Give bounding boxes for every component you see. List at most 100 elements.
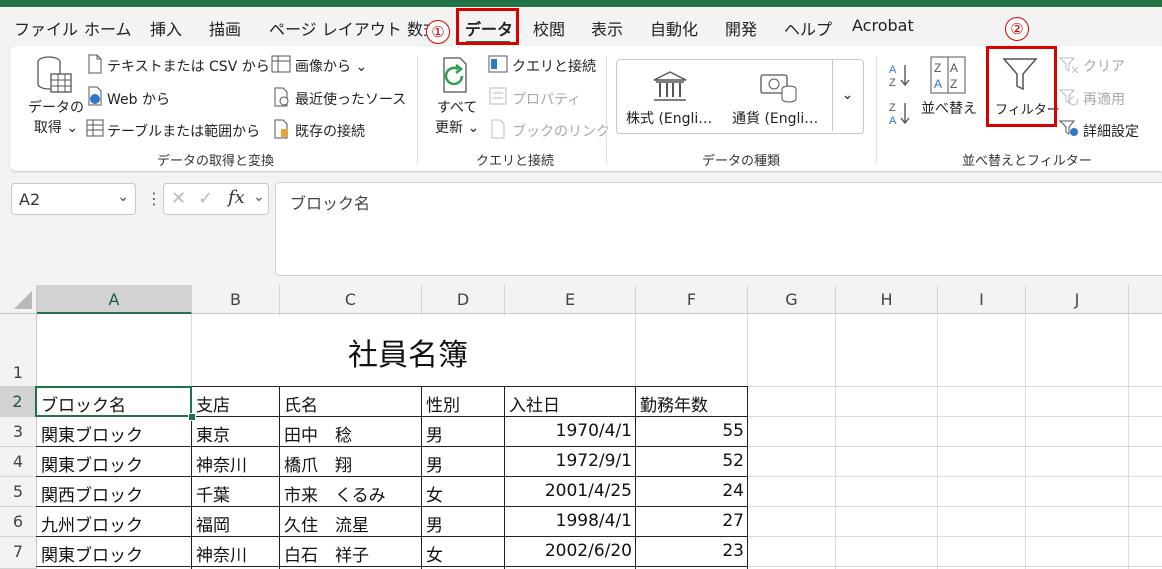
table-cell[interactable]: 24 — [636, 481, 744, 501]
table-cell[interactable]: 神奈川 — [196, 541, 247, 566]
worksheet-grid[interactable]: A B C D E F G H I J 1 2 3 4 5 6 7 社員名簿 ブ… — [0, 285, 1162, 569]
tab-acrobat[interactable]: Acrobat — [852, 16, 914, 35]
table-cell[interactable]: 2001/4/25 — [505, 481, 632, 501]
table-cell[interactable]: 白石 祥子 — [284, 541, 369, 566]
row-header-1[interactable]: 1 — [0, 314, 37, 387]
column-header-c[interactable]: C — [280, 285, 422, 314]
chevron-down-icon[interactable]: ⌄ — [253, 189, 265, 205]
clear-button[interactable]: クリア — [1083, 56, 1125, 76]
tab-developer[interactable]: 開発 — [725, 16, 757, 40]
header-cell-years[interactable]: 勤務年数 — [640, 391, 708, 416]
table-cell[interactable]: 久住 流星 — [284, 511, 369, 536]
from-web-button[interactable]: Web から — [107, 89, 170, 109]
header-cell-branch[interactable]: 支店 — [196, 391, 230, 416]
table-border — [36, 476, 748, 477]
header-cell-name[interactable]: 氏名 — [284, 391, 318, 416]
column-header-d[interactable]: D — [422, 285, 505, 314]
column-header-j[interactable]: J — [1026, 285, 1129, 314]
tab-insert[interactable]: 挿入 — [150, 16, 182, 40]
table-cell[interactable]: 女 — [426, 481, 443, 506]
fill-handle[interactable] — [188, 413, 196, 421]
table-cell[interactable]: 1972/9/1 — [505, 451, 632, 471]
sheet-title: 社員名簿 — [348, 338, 468, 373]
refresh-all-button[interactable]: すべて 更新 ⌄ — [435, 98, 479, 138]
table-cell[interactable]: 橋爪 翔 — [284, 451, 352, 476]
column-header-overflow[interactable] — [1129, 285, 1162, 314]
table-cell[interactable]: 田中 稔 — [284, 421, 352, 446]
column-header-h[interactable]: H — [836, 285, 938, 314]
table-cell[interactable]: 女 — [426, 541, 443, 566]
row-header-5[interactable]: 5 — [0, 477, 37, 507]
table-cell[interactable]: 男 — [426, 451, 443, 476]
gridline — [1025, 314, 1026, 569]
tab-home[interactable]: ホーム — [84, 16, 132, 40]
table-cell[interactable]: 関東ブロック — [41, 451, 143, 476]
annotation-step-2: ② — [1005, 17, 1029, 41]
queries-connections-button[interactable]: クエリと接続 — [512, 56, 596, 76]
column-header-a[interactable]: A — [37, 285, 192, 314]
column-header-f[interactable]: F — [636, 285, 748, 314]
insert-function-icon[interactable]: fx — [228, 187, 245, 208]
table-cell[interactable]: 23 — [636, 541, 744, 561]
table-cell[interactable]: 東京 — [196, 421, 230, 446]
table-cell[interactable]: 関西ブロック — [41, 481, 143, 506]
row-header-4[interactable]: 4 — [0, 447, 37, 477]
table-cell[interactable]: 2002/6/20 — [505, 541, 632, 561]
table-cell[interactable]: 関東ブロック — [41, 541, 143, 566]
tab-view[interactable]: 表示 — [591, 16, 623, 40]
tab-automate[interactable]: 自動化 — [650, 16, 698, 40]
select-all-corner[interactable] — [0, 285, 37, 314]
column-header-g[interactable]: G — [748, 285, 836, 314]
table-cell[interactable]: 1998/4/1 — [505, 511, 632, 531]
row-header-7[interactable]: 7 — [0, 537, 37, 569]
table-cell[interactable]: 52 — [636, 451, 744, 471]
tab-help[interactable]: ヘルプ — [784, 16, 832, 40]
table-cell[interactable]: 関東ブロック — [41, 421, 143, 446]
tab-file[interactable]: ファイル — [14, 16, 78, 40]
header-cell-gender[interactable]: 性別 — [426, 391, 460, 416]
row-header-2[interactable]: 2 — [0, 387, 37, 417]
data-types-more-button[interactable]: ⌄ — [832, 60, 862, 131]
stocks-data-type-button[interactable]: 株式 (Engli… — [626, 108, 712, 128]
table-cell[interactable]: 55 — [636, 421, 744, 441]
column-header-e[interactable]: E — [505, 285, 636, 314]
tab-review[interactable]: 校閲 — [533, 16, 565, 40]
advanced-button[interactable]: 詳細設定 — [1083, 121, 1139, 141]
enter-check-icon[interactable]: ✓ — [198, 188, 213, 209]
chevron-down-icon[interactable]: ⌄ — [117, 189, 129, 205]
row-header-3[interactable]: 3 — [0, 417, 37, 447]
column-header-i[interactable]: I — [938, 285, 1026, 314]
get-data-button[interactable]: データの 取得 ⌄ — [28, 98, 84, 138]
cancel-icon[interactable]: ✕ — [171, 188, 186, 209]
header-cell-block[interactable]: ブロック名 — [41, 391, 126, 416]
column-header-b[interactable]: B — [192, 285, 280, 314]
name-box[interactable]: A2 ⌄ — [11, 183, 136, 215]
row-header-6[interactable]: 6 — [0, 507, 37, 537]
edit-links-button[interactable]: ブックのリンク — [512, 121, 610, 141]
table-cell[interactable]: 男 — [426, 421, 443, 446]
from-text-csv-button[interactable]: テキストまたは CSV から — [107, 56, 270, 76]
sort-button[interactable]: 並べ替え — [921, 98, 977, 118]
table-cell[interactable]: 市来 くるみ — [284, 481, 386, 506]
properties-button[interactable]: プロパティ — [512, 89, 581, 109]
from-table-range-button[interactable]: テーブルまたは範囲から — [107, 121, 260, 141]
table-cell[interactable]: 1970/4/1 — [505, 421, 632, 441]
recent-sources-button[interactable]: 最近使ったソース — [295, 89, 406, 109]
table-cell[interactable]: 福岡 — [196, 511, 230, 536]
reapply-button[interactable]: 再適用 — [1083, 89, 1125, 109]
table-range-icon — [86, 119, 104, 137]
group-label-sort-filter: 並べ替えとフィルター — [962, 154, 1092, 169]
table-cell[interactable]: 神奈川 — [196, 451, 247, 476]
existing-connections-button[interactable]: 既存の接続 — [295, 121, 365, 141]
tab-draw[interactable]: 描画 — [209, 16, 241, 40]
more-options-icon[interactable]: ⋮ — [146, 189, 162, 208]
formula-bar[interactable]: ブロック名 — [275, 182, 1162, 276]
header-cell-join-date[interactable]: 入社日 — [509, 391, 560, 416]
table-cell[interactable]: 男 — [426, 511, 443, 536]
table-cell[interactable]: 27 — [636, 511, 744, 531]
table-cell[interactable]: 九州ブロック — [41, 511, 143, 536]
table-cell[interactable]: 千葉 — [196, 481, 230, 506]
from-image-button[interactable]: 画像から ⌄ — [295, 56, 367, 76]
tab-page-layout[interactable]: ページ レイアウト — [269, 16, 402, 40]
currencies-data-type-button[interactable]: 通貨 (Engli… — [732, 108, 818, 128]
